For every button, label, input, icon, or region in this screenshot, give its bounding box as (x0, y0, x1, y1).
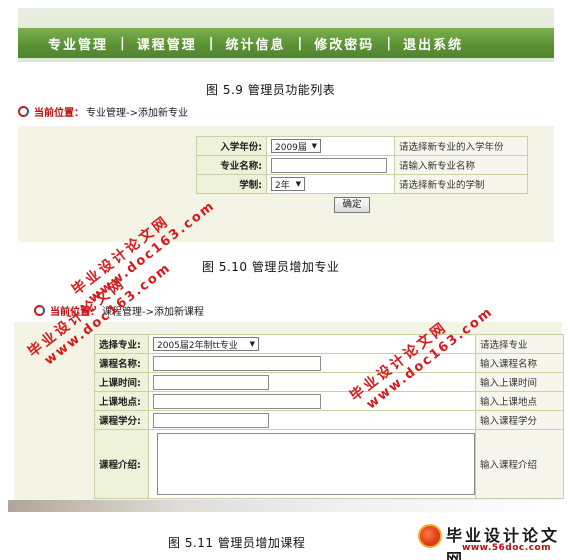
field-cell: 2005届2年制tt专业 ▼ (148, 334, 476, 354)
confirm-button[interactable]: 确定 (334, 197, 370, 213)
field-label: 专业名称: (196, 155, 267, 175)
location-breadcrumb: 当前位置： 专业管理->添加新专业 (18, 104, 188, 119)
major-select[interactable]: 2005届2年制tt专业 ▼ (153, 337, 259, 351)
nav-item-password[interactable]: 修改密码 (314, 34, 374, 53)
location-label: 当前位置： (34, 108, 84, 119)
figure-caption-5-9: 图 5.9 管理员功能列表 (206, 83, 336, 97)
location-icon (34, 305, 45, 316)
field-cell (148, 410, 476, 430)
field-cell: 2年 ▼ (266, 174, 395, 194)
add-course-form: 选择专业: 2005届2年制tt专业 ▼ 请选择专业 课程名称: 输入课程名称 上… (94, 334, 564, 499)
field-hint: 输入上课地点 (475, 391, 564, 411)
enroll-year-select[interactable]: 2009届 ▼ (271, 139, 321, 153)
field-label: 选择专业: (94, 334, 149, 354)
field-cell: 2009届 ▼ (266, 136, 395, 156)
field-label: 上课时间: (94, 372, 149, 392)
nav-separator: | (208, 35, 214, 51)
nav-separator: | (120, 35, 125, 51)
add-major-form: 入学年份: 2009届 ▼ 请选择新专业的入学年份 专业名称: 请输入新专业名称 … (196, 136, 528, 194)
course-location-input[interactable] (153, 393, 321, 409)
location-icon (18, 106, 29, 117)
nav-item-course[interactable]: 课程管理 (137, 34, 197, 53)
field-hint: 请选择新专业的入学年份 (394, 136, 528, 156)
location-breadcrumb: 当前位置： 课程管理->添加新课程 (34, 303, 204, 318)
form-row: 上课地点: 输入上课地点 (94, 391, 564, 411)
form-row: 入学年份: 2009届 ▼ 请选择新专业的入学年份 (196, 136, 528, 156)
field-hint: 请输入新专业名称 (394, 155, 528, 175)
field-label: 入学年份: (196, 136, 267, 156)
field-cell (148, 391, 476, 411)
select-value: 2005届2年制tt专业 (157, 340, 238, 351)
figure-caption-5-11: 图 5.11 管理员增加课程 (168, 536, 306, 550)
form-row: 课程介绍: 输入课程介绍 (94, 429, 564, 499)
figure-caption-5-10: 图 5.10 管理员增加专业 (202, 260, 340, 274)
major-name-input[interactable] (271, 157, 387, 173)
field-cell (148, 429, 476, 499)
chevron-down-icon: ▼ (295, 180, 301, 188)
form-row: 上课时间: 输入上课时间 (94, 372, 564, 392)
field-label: 学制: (196, 174, 267, 194)
logo-emblem-icon (418, 524, 442, 548)
form-row: 课程名称: 输入课程名称 (94, 353, 564, 373)
field-hint: 请选择新专业的学制 (394, 174, 528, 194)
add-course-panel: 当前位置： 课程管理->添加新课程 选择专业: 2005届2年制tt专业 ▼ 请选… (14, 300, 564, 500)
nav-item-major[interactable]: 专业管理 (48, 34, 108, 53)
field-hint: 输入课程介绍 (475, 429, 564, 499)
admin-nav-bar: 专业管理 | 课程管理 | 统计信息 | 修改密码 | 退出系统 (18, 8, 554, 62)
course-credit-input[interactable] (153, 412, 269, 428)
duration-select[interactable]: 2年 ▼ (271, 177, 305, 191)
form-row: 学制: 2年 ▼ 请选择新专业的学制 (196, 174, 528, 194)
chevron-down-icon: ▼ (311, 142, 317, 150)
field-cell (148, 372, 476, 392)
form-row: 课程学分: 输入课程学分 (94, 410, 564, 430)
image-bottom-strip (8, 500, 568, 512)
nav-separator: | (386, 35, 392, 51)
location-label: 当前位置： (50, 307, 100, 318)
chevron-down-icon: ▼ (249, 340, 255, 348)
nav-menu: 专业管理 | 课程管理 | 统计信息 | 修改密码 | 退出系统 (18, 28, 554, 58)
field-label: 课程介绍: (94, 429, 149, 499)
course-time-input[interactable] (153, 374, 269, 390)
field-label: 课程名称: (94, 353, 149, 373)
field-cell (148, 353, 476, 373)
field-hint: 请选择专业 (475, 334, 564, 354)
form-row: 选择专业: 2005届2年制tt专业 ▼ 请选择专业 (94, 334, 564, 354)
field-hint: 输入课程学分 (475, 410, 564, 430)
site-logo: 毕业设计论文网 www.56doc.com (418, 522, 568, 560)
logo-title: 毕业设计论文网 (446, 526, 561, 560)
nav-item-stats[interactable]: 统计信息 (226, 34, 286, 53)
location-path: 专业管理->添加新专业 (86, 108, 188, 119)
field-hint: 输入上课时间 (475, 372, 564, 392)
form-row: 专业名称: 请输入新专业名称 (196, 155, 528, 175)
field-cell (266, 155, 395, 175)
logo-site: www.56doc.com (462, 543, 552, 553)
course-intro-textarea[interactable] (157, 433, 475, 495)
nav-item-logout[interactable]: 退出系统 (403, 34, 463, 53)
course-name-input[interactable] (153, 355, 321, 371)
select-value: 2年 (275, 180, 290, 191)
nav-separator: | (297, 35, 303, 51)
select-value: 2009届 (275, 142, 307, 153)
field-label: 课程学分: (94, 410, 149, 430)
location-path: 课程管理->添加新课程 (102, 307, 204, 318)
add-major-panel: 当前位置： 专业管理->添加新专业 入学年份: 2009届 ▼ 请选择新专业的入学… (18, 104, 554, 246)
field-hint: 输入课程名称 (475, 353, 564, 373)
field-label: 上课地点: (94, 391, 149, 411)
